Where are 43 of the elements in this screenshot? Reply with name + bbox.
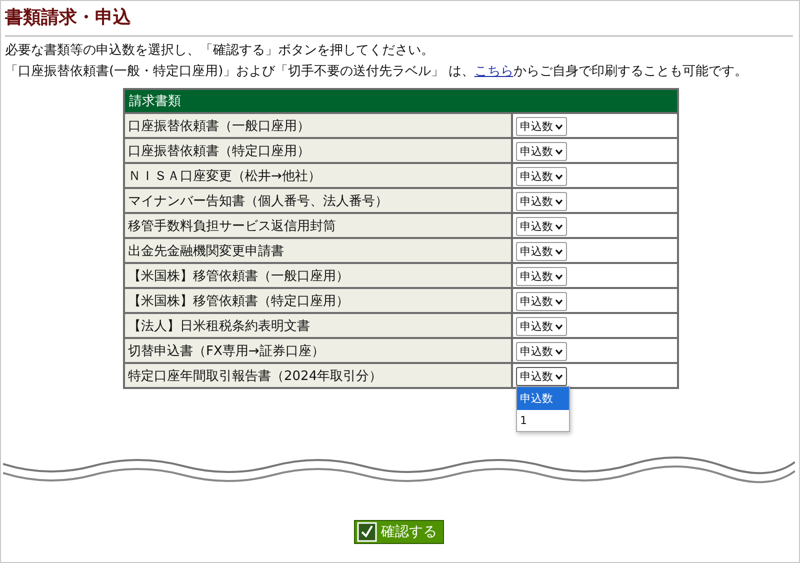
confirm-button[interactable]: 確認する: [354, 520, 444, 544]
document-name: 移管手数料負担サービス返信用封筒: [125, 214, 511, 237]
quantity-select[interactable]: 申込数: [516, 317, 567, 336]
quantity-select[interactable]: 申込数: [516, 167, 567, 186]
instruction-text: 「口座振替依頼書(一般・特定口座用)」および「切手不要の送付先ラベル」 は、: [5, 63, 474, 81]
document-name: ＮＩＳＡ口座変更（松井→他社）: [125, 164, 511, 187]
quantity-select[interactable]: 申込数: [516, 242, 567, 261]
quantity-select[interactable]: 申込数: [516, 217, 567, 236]
quantity-select[interactable]: 申込数: [516, 117, 567, 136]
quantity-select[interactable]: 申込数: [516, 142, 567, 161]
chevron-icon: [555, 374, 563, 380]
quantity-select[interactable]: 申込数: [516, 342, 567, 361]
document-name: 【法人】日米租税条約表明文書: [125, 314, 511, 337]
quantity-select[interactable]: 申込数: [516, 267, 567, 286]
chevron-icon: [555, 198, 563, 204]
quantity-select[interactable]: 申込数: [516, 367, 567, 386]
table-header: 請求書類: [125, 90, 677, 112]
chevron-icon: [555, 348, 563, 354]
quantity-select[interactable]: 申込数: [516, 192, 567, 211]
instruction-text: からご自身で印刷することも可能です。: [513, 63, 748, 81]
document-name: 口座振替依頼書（特定口座用）: [125, 139, 511, 162]
page-title: 書類請求・申込: [5, 5, 793, 37]
document-name: 出金先金融機関変更申請書: [125, 239, 511, 262]
dropdown-option[interactable]: 申込数: [517, 387, 569, 410]
quantity-select[interactable]: 申込数: [516, 292, 567, 311]
chevron-icon: [555, 224, 563, 230]
chevron-icon: [555, 148, 563, 154]
document-name: 口座振替依頼書（一般口座用）: [125, 114, 511, 137]
document-name: 【米国株】移管依頼書（一般口座用）: [125, 264, 511, 287]
chevron-icon: [555, 274, 563, 280]
document-name: 切替申込書（FX専用→証券口座）: [125, 339, 511, 362]
chevron-icon: [555, 324, 563, 330]
document-name: 特定口座年間取引報告書（2024年取引分）: [125, 364, 511, 387]
document-name: 【米国株】移管依頼書（特定口座用）: [125, 289, 511, 312]
chevron-icon: [555, 124, 563, 130]
checkbox-icon: [357, 522, 377, 542]
chevron-icon: [555, 298, 563, 304]
dropdown-option[interactable]: 1: [517, 410, 569, 431]
print-link[interactable]: こちら: [474, 62, 514, 80]
document-name: マイナンバー告知書（個人番号、法人番号）: [125, 189, 511, 212]
chevron-icon: [555, 174, 563, 180]
instruction-text: 必要な書類等の申込数を選択し、「確認する」ボタンを押してください。: [5, 42, 435, 60]
chevron-icon: [555, 248, 563, 254]
